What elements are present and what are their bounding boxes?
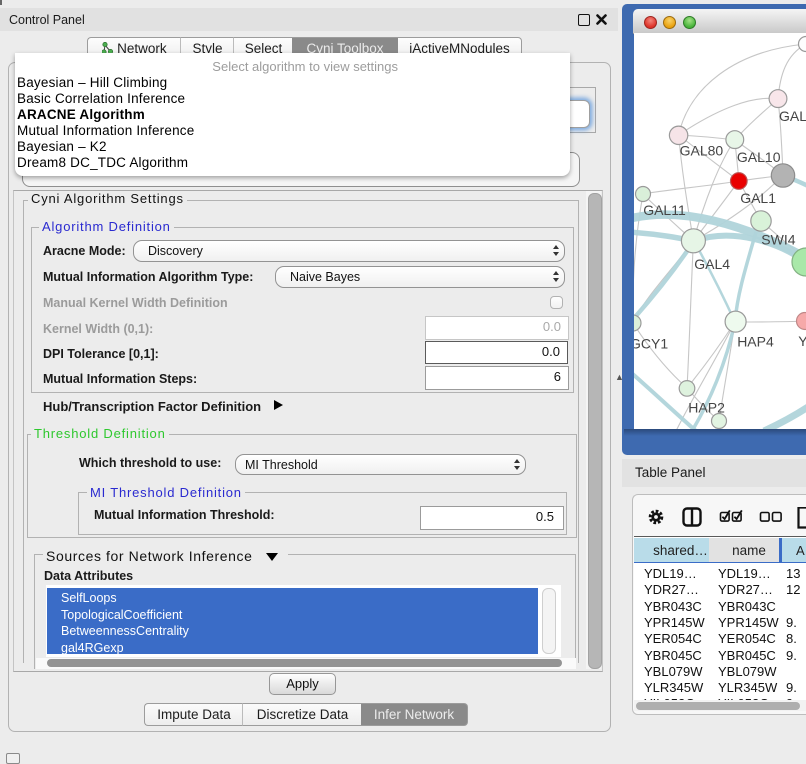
svg-text:GAL1: GAL1: [740, 190, 776, 206]
svg-text:HAP4: HAP4: [737, 333, 774, 349]
svg-text:GAL10: GAL10: [737, 149, 781, 165]
svg-text:GAL7: GAL7: [779, 108, 806, 124]
svg-text:GCY1: GCY1: [634, 336, 668, 352]
svg-text:GAL80: GAL80: [680, 142, 724, 158]
svg-text:Y: Y: [798, 333, 806, 349]
svg-text:SWI4: SWI4: [761, 232, 795, 248]
svg-text:GAL11: GAL11: [643, 202, 686, 218]
svg-text:HAP2: HAP2: [688, 399, 725, 415]
svg-text:GAL4: GAL4: [694, 256, 730, 272]
